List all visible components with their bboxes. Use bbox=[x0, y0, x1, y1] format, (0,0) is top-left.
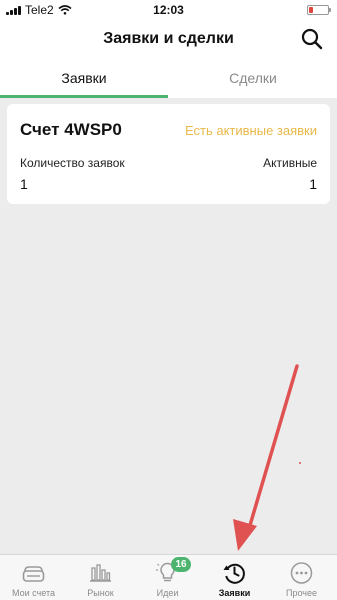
account-name: Счет 4WSP0 bbox=[20, 120, 122, 139]
tab-deals-label: Сделки bbox=[229, 70, 277, 86]
tab-switcher: Заявки Сделки bbox=[0, 60, 337, 98]
tabbar-label: Заявки bbox=[218, 588, 251, 598]
ideas-count-badge: 16 bbox=[171, 557, 191, 572]
annotation-dot bbox=[299, 462, 301, 464]
battery-icon bbox=[307, 5, 331, 15]
tabbar-item-market[interactable]: Рынок bbox=[67, 555, 134, 600]
more-dots-icon bbox=[290, 562, 313, 584]
status-bar: Tele2 12:03 bbox=[0, 0, 337, 20]
wallet-icon bbox=[22, 566, 45, 582]
status-time: 12:03 bbox=[153, 3, 184, 17]
orders-count-label: Количество заявок bbox=[20, 156, 125, 170]
status-badge: Есть активные заявки bbox=[185, 123, 317, 138]
tabbar-label: Рынок bbox=[87, 588, 114, 598]
tabbar-item-orders[interactable]: Заявки bbox=[201, 555, 268, 600]
active-orders-label: Активные bbox=[263, 156, 317, 170]
tabbar-item-ideas[interactable]: 16 Идеи bbox=[134, 555, 201, 600]
orders-count-value: 1 bbox=[20, 176, 28, 192]
tabbar-label: Прочее bbox=[286, 588, 317, 598]
market-bars-icon bbox=[90, 564, 111, 582]
header: Заявки и сделки bbox=[0, 20, 337, 60]
page-title: Заявки и сделки bbox=[103, 30, 234, 47]
tabbar-item-more[interactable]: Прочее bbox=[268, 555, 335, 600]
tabbar-label: Мои счета bbox=[12, 588, 55, 598]
tab-deals[interactable]: Сделки bbox=[169, 60, 337, 98]
tabbar-item-accounts[interactable]: Мои счета bbox=[0, 555, 67, 600]
bottom-tab-bar: Мои счета Рынок 16 Идеи Заявки Прочее bbox=[0, 554, 337, 600]
search-icon bbox=[301, 28, 323, 50]
tab-orders[interactable]: Заявки bbox=[0, 60, 168, 98]
account-card[interactable]: Счет 4WSP0 Есть активные заявки Количест… bbox=[7, 104, 330, 204]
search-button[interactable] bbox=[299, 26, 325, 52]
tab-orders-label: Заявки bbox=[61, 70, 107, 86]
tabbar-label: Идеи bbox=[156, 588, 179, 598]
active-orders-value: 1 bbox=[309, 176, 317, 192]
history-clock-icon bbox=[223, 563, 245, 584]
tab-active-indicator bbox=[0, 95, 168, 98]
